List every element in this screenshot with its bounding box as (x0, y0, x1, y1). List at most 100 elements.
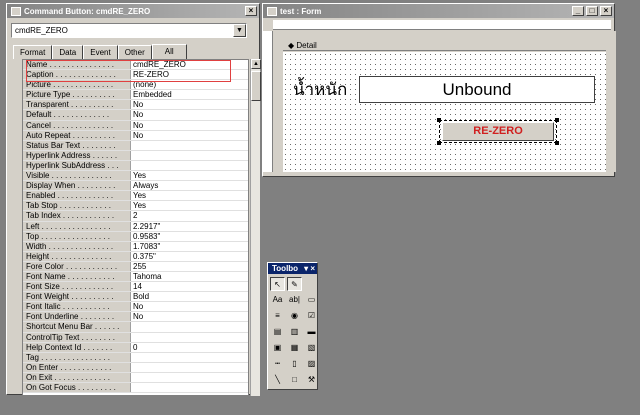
close-icon[interactable]: × (245, 6, 257, 16)
detail-section-bar[interactable]: ◆ Detail (283, 41, 611, 51)
scroll-thumb[interactable] (251, 71, 261, 101)
property-value[interactable]: Yes (131, 191, 248, 200)
property-value[interactable] (131, 373, 248, 382)
more-controls-icon[interactable]: ⚒ (304, 373, 319, 387)
subform-icon[interactable]: ▨ (304, 357, 319, 371)
property-value[interactable]: Always (131, 181, 248, 190)
property-row[interactable]: Fore Color . . . . . . . . . . . . 255 (23, 261, 248, 272)
property-row[interactable]: Hyperlink SubAddress . . . (23, 160, 248, 172)
image-icon[interactable]: ▣ (270, 341, 285, 355)
property-value[interactable]: No (131, 312, 248, 321)
weight-label[interactable]: น้ำหนัก (293, 76, 347, 103)
toggle-icon[interactable]: ≡ (270, 309, 285, 323)
option-icon[interactable]: ◉ (287, 309, 302, 323)
property-row[interactable]: Display When . . . . . . . . . Always (23, 181, 248, 192)
tab-format[interactable]: Format (13, 45, 53, 59)
property-row[interactable]: Height . . . . . . . . . . . . . . 0.375" (23, 251, 248, 262)
property-row[interactable]: Font Name . . . . . . . . . . . Tahoma (23, 271, 248, 283)
property-value[interactable] (131, 161, 248, 170)
unbound-textbox[interactable]: Unbound (359, 76, 595, 103)
property-value[interactable] (131, 363, 248, 372)
property-value[interactable]: No (131, 131, 248, 140)
form-titlebar[interactable]: test : Form _ □ × (263, 4, 614, 18)
property-value[interactable]: No (131, 121, 248, 130)
property-value[interactable]: Tahoma (131, 272, 248, 281)
wizard-icon[interactable]: ✎ (287, 277, 302, 291)
property-row[interactable]: Font Size . . . . . . . . . . . . 14 (23, 282, 248, 293)
property-row[interactable]: ControlTip Text . . . . . . . . (23, 332, 248, 343)
property-value[interactable]: No (131, 100, 248, 109)
property-row[interactable]: Visible . . . . . . . . . . . . . . Yes (23, 171, 248, 182)
property-value[interactable]: 1.7083" (131, 242, 248, 251)
property-row[interactable]: Cancel . . . . . . . . . . . . . . No (23, 120, 248, 131)
selection-handle[interactable] (437, 141, 441, 145)
property-value[interactable] (131, 383, 248, 392)
property-row[interactable]: Default . . . . . . . . . . . . . No (23, 110, 248, 121)
property-value[interactable]: Yes (131, 201, 248, 210)
property-value[interactable] (131, 141, 248, 150)
property-row[interactable]: Transparent . . . . . . . . . . No (23, 100, 248, 111)
property-value[interactable]: Embedded (131, 90, 248, 99)
property-value[interactable]: 2.2917" (131, 222, 248, 231)
property-value[interactable]: 0.375" (131, 252, 248, 261)
property-value[interactable]: 2 (131, 211, 248, 220)
tab-event[interactable]: Event (83, 45, 118, 59)
property-row[interactable]: Font Underline . . . . . . . . No (23, 312, 248, 323)
tab-all[interactable]: All (151, 44, 187, 59)
property-row[interactable]: On Enter . . . . . . . . . . . . (23, 362, 248, 373)
label-icon[interactable]: Aa (270, 293, 285, 307)
property-value[interactable]: 255 (131, 262, 248, 271)
property-row[interactable]: Top . . . . . . . . . . . . . . . . 0.958… (23, 231, 248, 242)
selection-handle[interactable] (555, 141, 559, 145)
tab-control-icon[interactable]: ▯ (287, 357, 302, 371)
property-value[interactable]: 14 (131, 282, 248, 291)
property-row[interactable]: Tab Stop . . . . . . . . . . . . Yes (23, 201, 248, 212)
combo-icon[interactable]: ▤ (270, 325, 285, 339)
property-row[interactable]: Left . . . . . . . . . . . . . . . . 2.29… (23, 221, 248, 232)
bound-frame-icon[interactable]: ▧ (304, 341, 319, 355)
property-row[interactable]: Status Bar Text . . . . . . . . (23, 140, 248, 151)
command-button-icon[interactable]: ▬ (304, 325, 319, 339)
re-zero-button[interactable]: RE-ZERO (442, 122, 554, 141)
toolbox-titlebar[interactable]: Toolbo ▾ × (268, 263, 317, 274)
form-scrollbar[interactable] (606, 31, 616, 172)
selection-handle[interactable] (555, 118, 559, 122)
maximize-icon[interactable]: □ (586, 6, 598, 16)
textbox-icon[interactable]: ab| (287, 293, 302, 307)
chevron-down-icon[interactable]: ▼ (233, 24, 246, 37)
property-row[interactable]: Enabled . . . . . . . . . . . . . Yes (23, 191, 248, 202)
page-break-icon[interactable]: ┅ (270, 357, 285, 371)
property-row[interactable]: Picture Type . . . . . . . . . . Embedded (23, 90, 248, 101)
property-row[interactable]: Font Weight . . . . . . . . . . Bold (23, 292, 248, 303)
property-value[interactable] (131, 353, 248, 362)
property-row[interactable]: Tab Index . . . . . . . . . . . .2 (23, 211, 248, 222)
property-value[interactable] (131, 151, 248, 160)
property-value[interactable] (131, 322, 248, 331)
property-value[interactable]: No (131, 110, 248, 119)
property-value[interactable]: Bold (131, 292, 248, 301)
property-grid-scrollbar[interactable]: ▲ (250, 59, 261, 396)
design-grid[interactable] (283, 52, 611, 172)
property-value[interactable]: 0 (131, 343, 248, 352)
property-row[interactable]: Hyperlink Address . . . . . . (23, 150, 248, 161)
listbox-icon[interactable]: ▥ (287, 325, 302, 339)
unbound-frame-icon[interactable]: ▦ (287, 341, 302, 355)
rectangle-icon[interactable]: □ (287, 373, 302, 387)
property-value[interactable]: No (131, 302, 248, 311)
property-value[interactable]: Yes (131, 171, 248, 180)
property-row[interactable]: Tag . . . . . . . . . . . . . . . . (23, 352, 248, 363)
scroll-up-icon[interactable]: ▲ (251, 59, 261, 69)
option-group-icon[interactable]: ▭ (304, 293, 319, 307)
property-row[interactable]: Shortcut Menu Bar . . . . . . (23, 322, 248, 333)
toolbox-dropdown-icon[interactable]: ▾ × (304, 264, 315, 273)
property-row[interactable]: On Got Focus . . . . . . . . . (23, 383, 248, 394)
tab-other[interactable]: Other (117, 45, 152, 59)
property-row[interactable]: Auto Repeat . . . . . . . . . . No (23, 130, 248, 141)
tab-data[interactable]: Data (52, 45, 84, 59)
line-icon[interactable]: ╲ (270, 373, 285, 387)
select-icon[interactable]: ↖ (270, 277, 285, 291)
property-row[interactable]: Help Context Id . . . . . . .0 (23, 342, 248, 353)
checkbox-icon[interactable]: ☑ (304, 309, 319, 323)
minimize-icon[interactable]: _ (572, 6, 584, 16)
property-value[interactable] (131, 333, 248, 342)
